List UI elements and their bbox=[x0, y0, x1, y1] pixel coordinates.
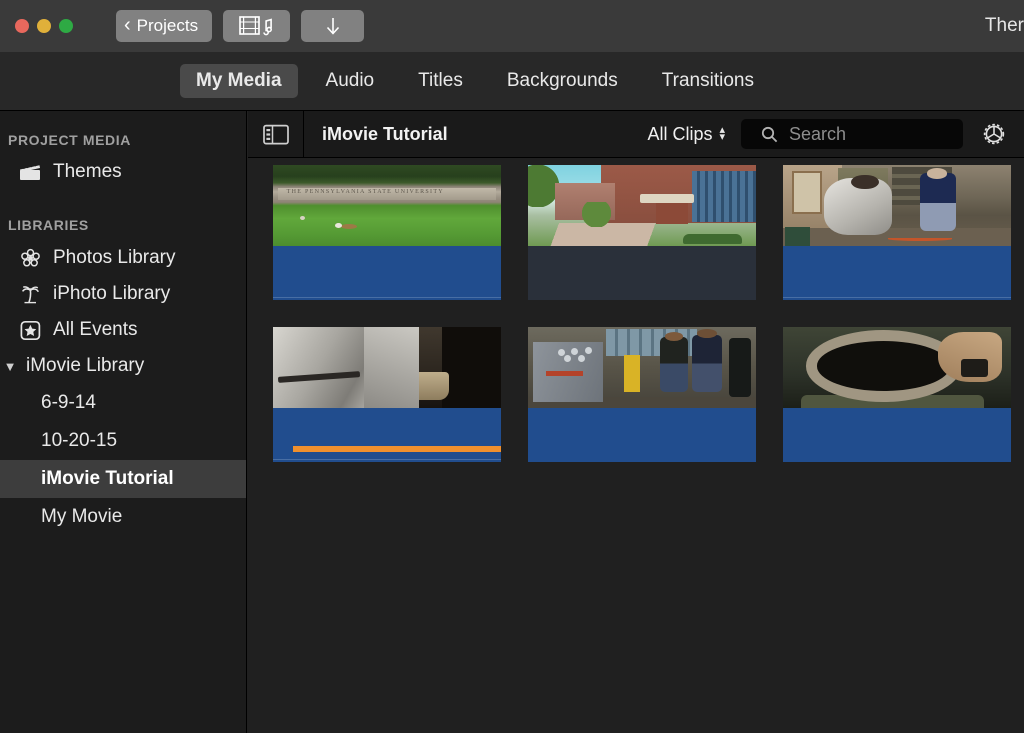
download-arrow-icon bbox=[324, 15, 342, 37]
sidebar-item-event-6-9-14[interactable]: 6-9-14 bbox=[0, 384, 246, 422]
sidebar-toggle-button[interactable] bbox=[248, 111, 304, 157]
import-media-button[interactable] bbox=[223, 10, 291, 42]
window-title: Ther bbox=[984, 15, 1024, 36]
clip-thumbnail[interactable] bbox=[273, 327, 501, 408]
clip-thumbnail[interactable] bbox=[783, 327, 1011, 408]
title-bar: ‹ Projects Ther bbox=[0, 0, 1024, 52]
sidebar-item-event-imovie-tutorial[interactable]: iMovie Tutorial bbox=[0, 460, 246, 498]
sidebar-item-imovie-library[interactable]: ▼ iMovie Library bbox=[0, 348, 246, 384]
settings-button[interactable] bbox=[963, 111, 1024, 157]
sidebar-item-event-my-movie[interactable]: My Movie bbox=[0, 498, 246, 536]
clip-item[interactable] bbox=[783, 165, 1011, 300]
library-sidebar: PROJECT MEDIA Themes LIBRARIES Photos Li… bbox=[0, 111, 247, 733]
search-icon bbox=[761, 126, 778, 143]
close-button[interactable] bbox=[15, 19, 29, 33]
clip-item[interactable] bbox=[528, 165, 756, 300]
browser-toolbar: iMovie Tutorial All Clips ▴ ▾ Search bbox=[248, 111, 1024, 158]
star-square-icon bbox=[18, 319, 42, 341]
clip-footer[interactable] bbox=[528, 408, 756, 462]
sidebar-item-label: Themes bbox=[53, 161, 122, 182]
clip-filmstrip-line bbox=[273, 297, 501, 298]
sidebar-item-themes[interactable]: Themes bbox=[0, 154, 246, 190]
disclosure-triangle-icon[interactable]: ▼ bbox=[0, 359, 20, 374]
tab-my-media[interactable]: My Media bbox=[180, 64, 298, 98]
browser-title: iMovie Tutorial bbox=[322, 123, 448, 144]
tab-transitions[interactable]: Transitions bbox=[646, 64, 770, 98]
tab-backgrounds[interactable]: Backgrounds bbox=[491, 64, 634, 98]
thumbnail-art-campus-building bbox=[528, 165, 756, 246]
search-field[interactable]: Search bbox=[741, 119, 963, 149]
chevron-updown-icon: ▴ ▾ bbox=[719, 124, 725, 143]
sidebar-item-label: iPhoto Library bbox=[53, 283, 171, 304]
clapperboard-icon bbox=[18, 161, 42, 183]
clip-filter-label: All Clips bbox=[647, 123, 713, 144]
thumbnail-art-crucible-ring bbox=[783, 327, 1011, 408]
clip-footer[interactable] bbox=[528, 246, 756, 300]
clip-thumbnail[interactable] bbox=[783, 165, 1011, 246]
palm-tree-icon bbox=[18, 283, 42, 305]
clip-filter-popup[interactable]: All Clips ▴ ▾ bbox=[647, 124, 725, 145]
section-header-libraries: LIBRARIES bbox=[8, 217, 89, 233]
media-tab-bar: My Media Audio Titles Backgrounds Transi… bbox=[0, 52, 1024, 111]
clip-thumbnail[interactable] bbox=[528, 165, 756, 246]
clip-item[interactable] bbox=[273, 327, 501, 462]
thumbnail-sign-text: THE PENNSYLVANIA STATE UNIVERSITY bbox=[286, 189, 444, 196]
search-placeholder: Search bbox=[789, 123, 847, 144]
clip-footer[interactable] bbox=[273, 408, 501, 462]
traffic-lights bbox=[15, 19, 73, 33]
clip-footer[interactable] bbox=[273, 246, 501, 300]
sidebar-item-photos-library[interactable]: Photos Library bbox=[0, 240, 246, 276]
clip-grid: THE PENNSYLVANIA STATE UNIVERSITY bbox=[248, 158, 1024, 462]
projects-button[interactable]: ‹ Projects bbox=[116, 10, 213, 42]
clip-filmstrip-line bbox=[273, 459, 501, 460]
sidebar-item-label: All Events bbox=[53, 319, 138, 340]
minimize-button[interactable] bbox=[37, 19, 51, 33]
clip-footer[interactable] bbox=[783, 408, 1011, 462]
clip-thumbnail[interactable] bbox=[528, 327, 756, 408]
film-music-icon bbox=[238, 15, 275, 37]
download-button[interactable] bbox=[301, 10, 365, 42]
thumbnail-art-penn-state-sign: THE PENNSYLVANIA STATE UNIVERSITY bbox=[273, 165, 501, 246]
projects-button-label: Projects bbox=[136, 16, 199, 35]
sidebar-item-event-10-20-15[interactable]: 10-20-15 bbox=[0, 422, 246, 460]
thumbnail-art-machine-shop-group bbox=[528, 327, 756, 408]
clip-browser[interactable]: THE PENNSYLVANIA STATE UNIVERSITY bbox=[248, 158, 1024, 733]
clip-item[interactable] bbox=[783, 327, 1011, 462]
back-chevron-icon: ‹ bbox=[124, 14, 131, 36]
photos-flower-icon bbox=[18, 247, 42, 269]
sidebar-toggle-icon bbox=[262, 124, 289, 145]
section-header-project-media: PROJECT MEDIA bbox=[8, 132, 131, 148]
thumbnail-art-foundry-pour bbox=[783, 165, 1011, 246]
clip-footer[interactable] bbox=[783, 246, 1011, 300]
tab-titles[interactable]: Titles bbox=[402, 64, 479, 98]
thumbnail-art-silver-suit-closeup bbox=[273, 327, 501, 408]
gear-icon bbox=[980, 120, 1008, 148]
imovie-window: ‹ Projects Ther My Media Audio Titles Ba… bbox=[0, 0, 1024, 733]
sidebar-item-all-events[interactable]: All Events bbox=[0, 312, 246, 348]
tab-audio[interactable]: Audio bbox=[310, 64, 391, 98]
sidebar-item-iphoto-library[interactable]: iPhoto Library bbox=[0, 276, 246, 312]
clip-filmstrip-line bbox=[783, 297, 1011, 298]
clip-item[interactable] bbox=[528, 327, 756, 462]
clip-item[interactable]: THE PENNSYLVANIA STATE UNIVERSITY bbox=[273, 165, 501, 300]
clip-thumbnail[interactable]: THE PENNSYLVANIA STATE UNIVERSITY bbox=[273, 165, 501, 246]
sidebar-item-label: iMovie Library bbox=[26, 355, 145, 376]
favorite-marker[interactable] bbox=[293, 446, 501, 452]
sidebar-item-label: Photos Library bbox=[53, 247, 176, 268]
maximize-button[interactable] bbox=[59, 19, 73, 33]
